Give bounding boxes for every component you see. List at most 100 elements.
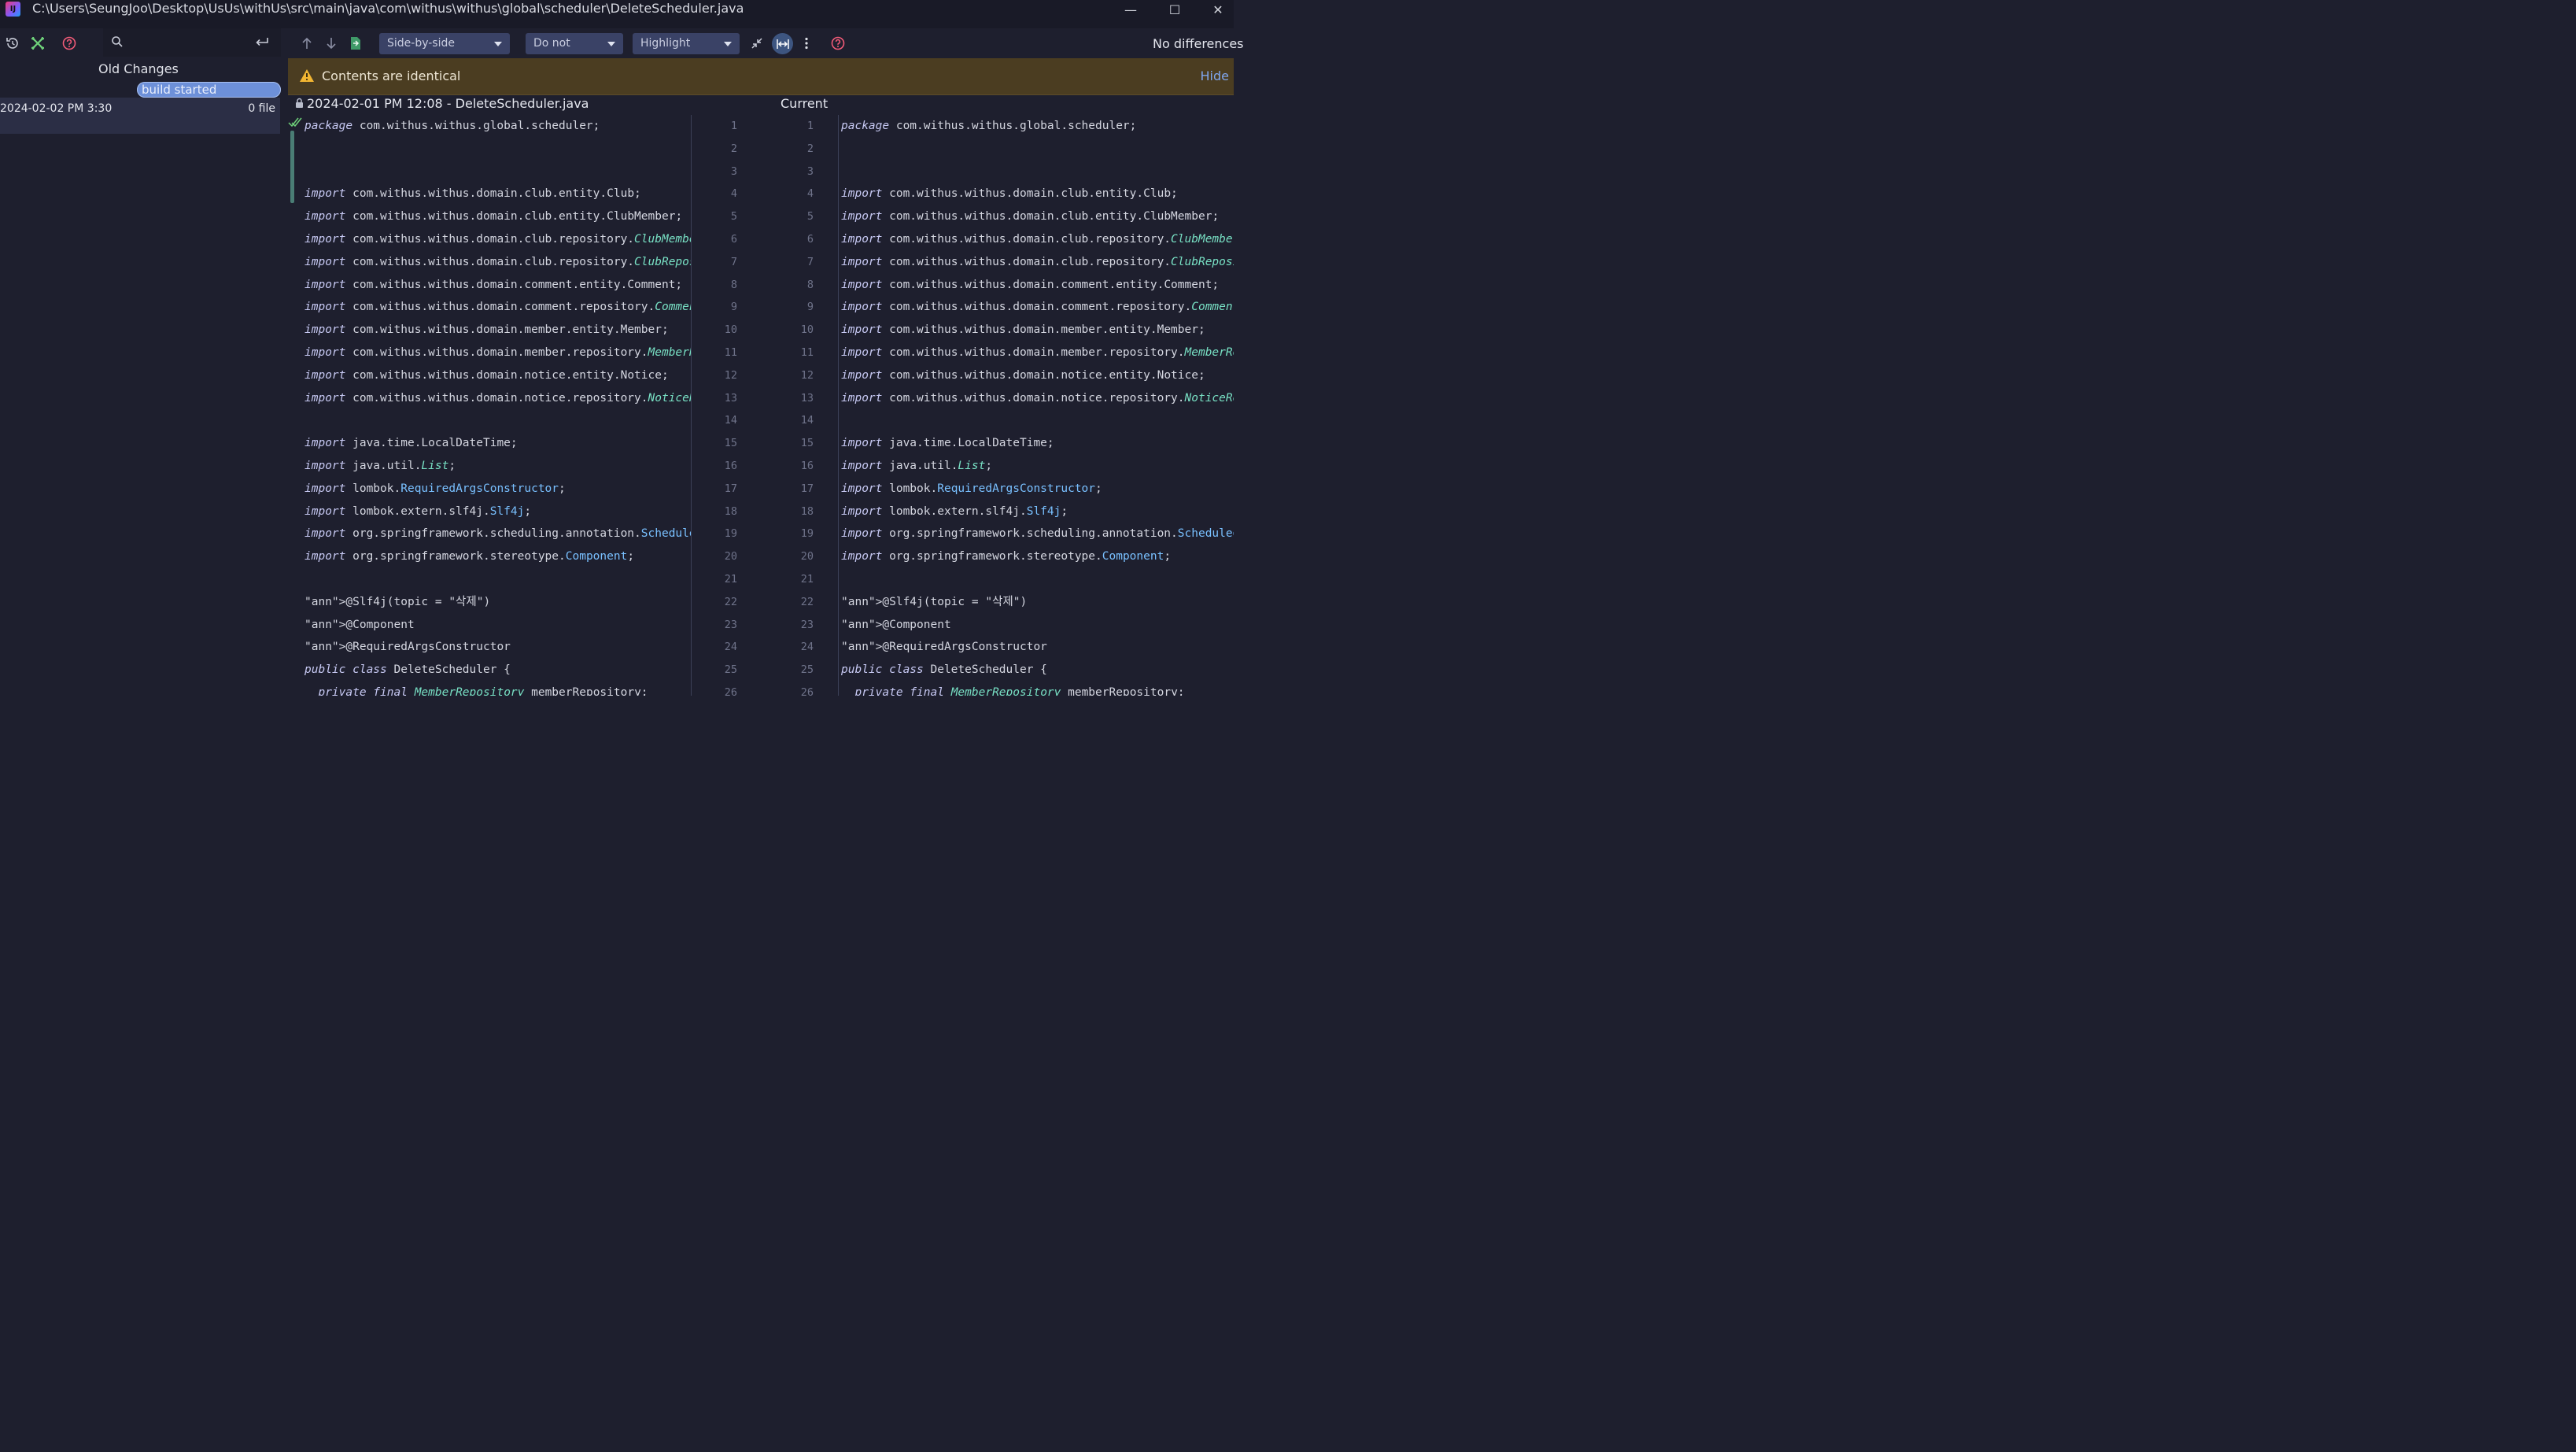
left-editor[interactable]: package com.withus.withus.global.schedul… [304,115,691,696]
code-line: public class DeleteScheduler { [841,663,1047,677]
line-number: 20 [724,550,737,563]
warning-icon [300,69,314,82]
section-title: Old Changes [98,61,179,76]
collapse-unchanged-icon[interactable] [748,35,766,52]
window-title: C:\Users\SeungJoo\Desktop\UsUs\withUs\sr… [32,1,744,16]
code-line: package com.withus.withus.global.schedul… [304,120,600,132]
line-number: 12 [800,368,814,382]
minimize-button[interactable]: — [1115,0,1146,19]
line-number: 17 [724,482,737,495]
line-number: 7 [730,255,737,268]
code-line: "ann">@Component [304,618,415,631]
code-line: "ann">@RequiredArgsConstructor [304,641,511,654]
search-input[interactable] [103,28,281,57]
line-number: 24 [800,641,814,654]
code-line: import org.springframework.stereotype.Co… [304,550,635,563]
code-line: import com.withus.withus.domain.club.rep… [841,233,1234,246]
identical-notice: Contents are identical Hide [288,58,1234,95]
line-number: 25 [800,663,814,677]
revert-icon[interactable] [4,35,21,52]
line-number: 3 [730,164,737,178]
sync-scroll-toggle[interactable] [772,33,793,54]
line-number: 2 [806,142,814,155]
filter-icon[interactable] [29,35,46,52]
highlight-dropdown[interactable]: Highlight words [633,33,740,71]
code-line: import com.withus.withus.domain.comment.… [841,301,1234,314]
code-line: import com.withus.withus.domain.club.ent… [841,210,1220,224]
code-line: import com.withus.withus.domain.notice.r… [304,391,691,405]
code-line: import java.util.List; [304,460,456,472]
line-number: 22 [800,595,814,608]
line-number: 24 [724,641,737,654]
help-icon[interactable] [61,35,78,52]
line-number: 23 [800,618,814,631]
line-number: 2 [730,142,737,155]
intellij-logo-icon: IJ [6,2,20,17]
line-number: 16 [724,460,737,472]
line-number: 19 [724,527,737,541]
line-number: 21 [800,573,814,586]
jump-to-source-icon[interactable] [347,35,364,52]
code-line: private final MemberRepository memberRep… [318,686,648,696]
line-number: 13 [800,391,814,405]
code-line: import com.withus.withus.domain.notice.e… [304,368,669,382]
search-icon [112,36,123,47]
line-number: 11 [800,346,814,359]
viewer-mode-dropdown[interactable]: Side-by-side viewer [379,33,510,71]
line-number: 18 [724,504,737,518]
history-file-count: 0 file [248,102,275,115]
line-number: 8 [730,278,737,291]
code-line: import com.withus.withus.domain.club.ent… [841,187,1178,201]
line-number: 7 [806,255,814,268]
code-line: import com.withus.withus.domain.notice.r… [841,391,1234,405]
close-button[interactable]: ✕ [1202,0,1234,19]
maximize-button[interactable]: ☐ [1159,0,1190,19]
code-line: import lombok.extern.slf4j.Slf4j; [841,504,1068,518]
diff-toolbar: Side-by-side viewer Do not ignore Highli… [288,28,1244,71]
line-number: 21 [724,573,737,586]
diff-status: No differences [1153,36,1244,51]
line-number: 19 [800,527,814,541]
line-number: 10 [800,323,814,337]
code-line: import java.time.LocalDateTime; [841,437,1054,450]
line-number: 5 [806,210,814,224]
code-line: "ann">@RequiredArgsConstructor [841,641,1047,654]
next-difference-icon[interactable] [323,35,340,52]
code-line: import com.withus.withus.domain.member.r… [304,346,691,359]
code-line: import java.util.List; [841,460,993,472]
previous-difference-icon[interactable] [298,35,316,52]
lock-icon [296,98,303,108]
code-line: import com.withus.withus.domain.member.e… [841,323,1205,337]
line-number: 17 [800,482,814,495]
code-line: import com.withus.withus.domain.club.ent… [304,210,683,224]
history-date: 2024-02-02 PM 3:30 [0,102,113,115]
editor-divider [691,115,692,696]
code-line: import com.withus.withus.domain.club.rep… [304,233,691,246]
enter-icon[interactable] [255,35,269,48]
line-number: 12 [724,368,737,382]
hide-link[interactable]: Hide [1201,68,1229,83]
chevron-down-icon [607,42,615,46]
line-number: 1 [806,120,814,132]
code-line: private final MemberRepository memberRep… [854,686,1185,696]
code-line: import com.withus.withus.domain.member.e… [304,323,669,337]
line-number: 4 [730,187,737,201]
code-line: import com.withus.withus.domain.club.rep… [304,255,691,268]
code-line: package com.withus.withus.global.schedul… [841,120,1137,132]
code-line: public class DeleteScheduler { [304,663,511,677]
line-number: 10 [724,323,737,337]
build-badge[interactable]: build started 163ad126 [137,82,281,113]
code-line: "ann">@Component [841,618,951,631]
whitespace-dropdown[interactable]: Do not ignore [526,33,623,71]
history-row[interactable]: 2024-02-02 PM 3:30 0 file [0,98,280,134]
code-line: import org.springframework.scheduling.an… [304,527,691,541]
right-file-header: Current [781,96,829,111]
chevron-down-icon [494,42,502,46]
line-number: 8 [806,278,814,291]
help-icon[interactable] [829,35,847,52]
line-number: 4 [806,187,814,201]
right-editor[interactable]: package com.withus.withus.global.schedul… [841,115,1234,696]
line-number: 18 [800,504,814,518]
line-number-gutter: 1 1 2 2 3 3 4 4 5 5 6 6 7 7 8 8 9 9 10 10 11 11 12 12 13 13 14 14 15… [693,115,835,696]
more-options-icon[interactable] [798,35,815,52]
